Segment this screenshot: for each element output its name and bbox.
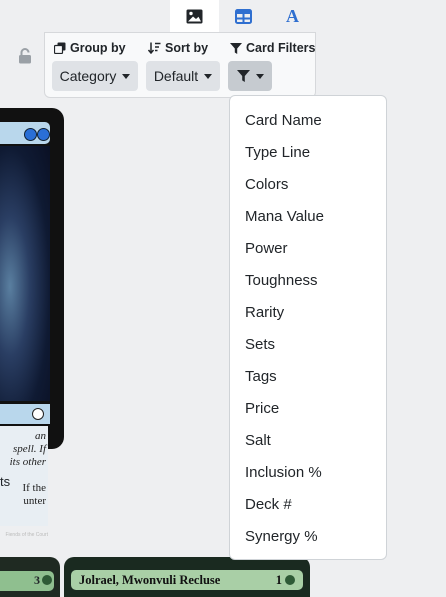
card-title-bar: 3 [0,571,54,591]
card-title-bar: Jolrael, Mwonvuli Recluse 1 [71,570,303,590]
card-footer: Fiends of the Court [5,532,48,538]
filter-item-type-line[interactable]: Type Line [230,136,386,168]
blue-mana-icon [37,128,50,141]
blue-mana-icon [24,128,37,141]
filter-item-rarity[interactable]: Rarity [230,296,386,328]
card-image[interactable]: Jolrael, Mwonvuli Recluse 1 [64,557,310,597]
card-image[interactable]: an spell. If its other If the unter Fien… [0,108,64,538]
caret-down-icon [122,73,131,79]
group-by-label: Group by [54,41,126,55]
sort-by-dropdown[interactable]: Default [146,61,220,91]
tab-image-view[interactable] [170,0,219,32]
card-image[interactable]: 3 [0,557,60,597]
filter-item-deck-count[interactable]: Deck # [230,488,386,520]
filter-item-colors[interactable]: Colors [230,168,386,200]
filter-item-power[interactable]: Power [230,232,386,264]
filter-item-sets[interactable]: Sets [230,328,386,360]
group-by-dropdown[interactable]: Category [52,61,138,91]
card-filters-menu: Card Name Type Line Colors Mana Value Po… [229,95,387,560]
view-mode-tabs: A [170,0,317,32]
card-art [0,146,50,401]
section-label-fragment: ts [0,474,11,489]
filter-item-toughness[interactable]: Toughness [230,264,386,296]
filter-item-mana-value[interactable]: Mana Value [230,200,386,232]
text-icon: A [286,5,299,26]
green-mana-icon [42,575,52,585]
group-icon [54,42,66,54]
card-filters-label: Card Filters [230,41,315,55]
filter-item-tags[interactable]: Tags [230,360,386,392]
filter-icon [236,70,250,82]
table-icon [235,8,252,24]
set-symbol-icon [32,408,44,420]
image-icon [186,9,203,23]
tab-table-view[interactable] [219,0,268,32]
filter-item-card-name[interactable]: Card Name [230,104,386,136]
lock-icon[interactable] [18,48,32,64]
filter-icon [230,42,242,54]
filter-item-salt[interactable]: Salt [230,424,386,456]
green-mana-icon [285,575,295,585]
caret-down-icon [255,73,264,79]
filter-item-synergy[interactable]: Synergy % [230,520,386,552]
tab-text-view[interactable]: A [268,0,317,32]
caret-down-icon [204,73,213,79]
sort-by-label: Sort by [148,41,208,55]
filter-item-price[interactable]: Price [230,392,386,424]
sort-icon [148,42,161,54]
card-filters-button[interactable] [228,61,272,91]
filter-item-inclusion[interactable]: Inclusion % [230,456,386,488]
